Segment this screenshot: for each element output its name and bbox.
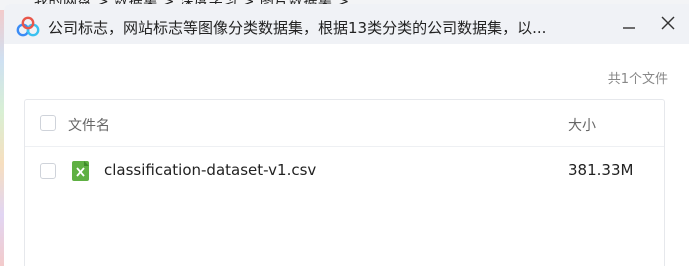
excel-file-icon [72, 161, 89, 181]
file-size: 381.33M [568, 161, 634, 179]
minimize-icon [623, 27, 635, 29]
dialog-titlebar: 公司标志，网站标志等图像分类数据集，根据13类分类的公司数据集，以... [4, 4, 689, 44]
table-header-row: 文件名 大小 [25, 100, 664, 147]
file-list-dialog: 公司标志，网站标志等图像分类数据集，根据13类分类的公司数据集，以... 共1个… [4, 4, 689, 266]
close-button[interactable] [655, 10, 681, 36]
close-icon [661, 16, 675, 30]
column-header-size[interactable]: 大小 [568, 115, 596, 135]
file-table: 文件名 大小 classification-dataset-v1.csv 381… [24, 99, 665, 266]
file-name[interactable]: classification-dataset-v1.csv [104, 161, 316, 179]
table-row[interactable]: classification-dataset-v1.csv 381.33M [25, 148, 664, 195]
row-checkbox[interactable] [40, 163, 56, 179]
file-count-label: 共1个文件 [607, 72, 668, 87]
column-header-name[interactable]: 文件名 [68, 115, 110, 135]
select-all-checkbox[interactable] [40, 115, 56, 131]
minimize-button[interactable] [616, 10, 642, 36]
dialog-title: 公司标志，网站标志等图像分类数据集，根据13类分类的公司数据集，以... [48, 19, 547, 37]
baidu-netdisk-cloud-icon [16, 16, 40, 37]
